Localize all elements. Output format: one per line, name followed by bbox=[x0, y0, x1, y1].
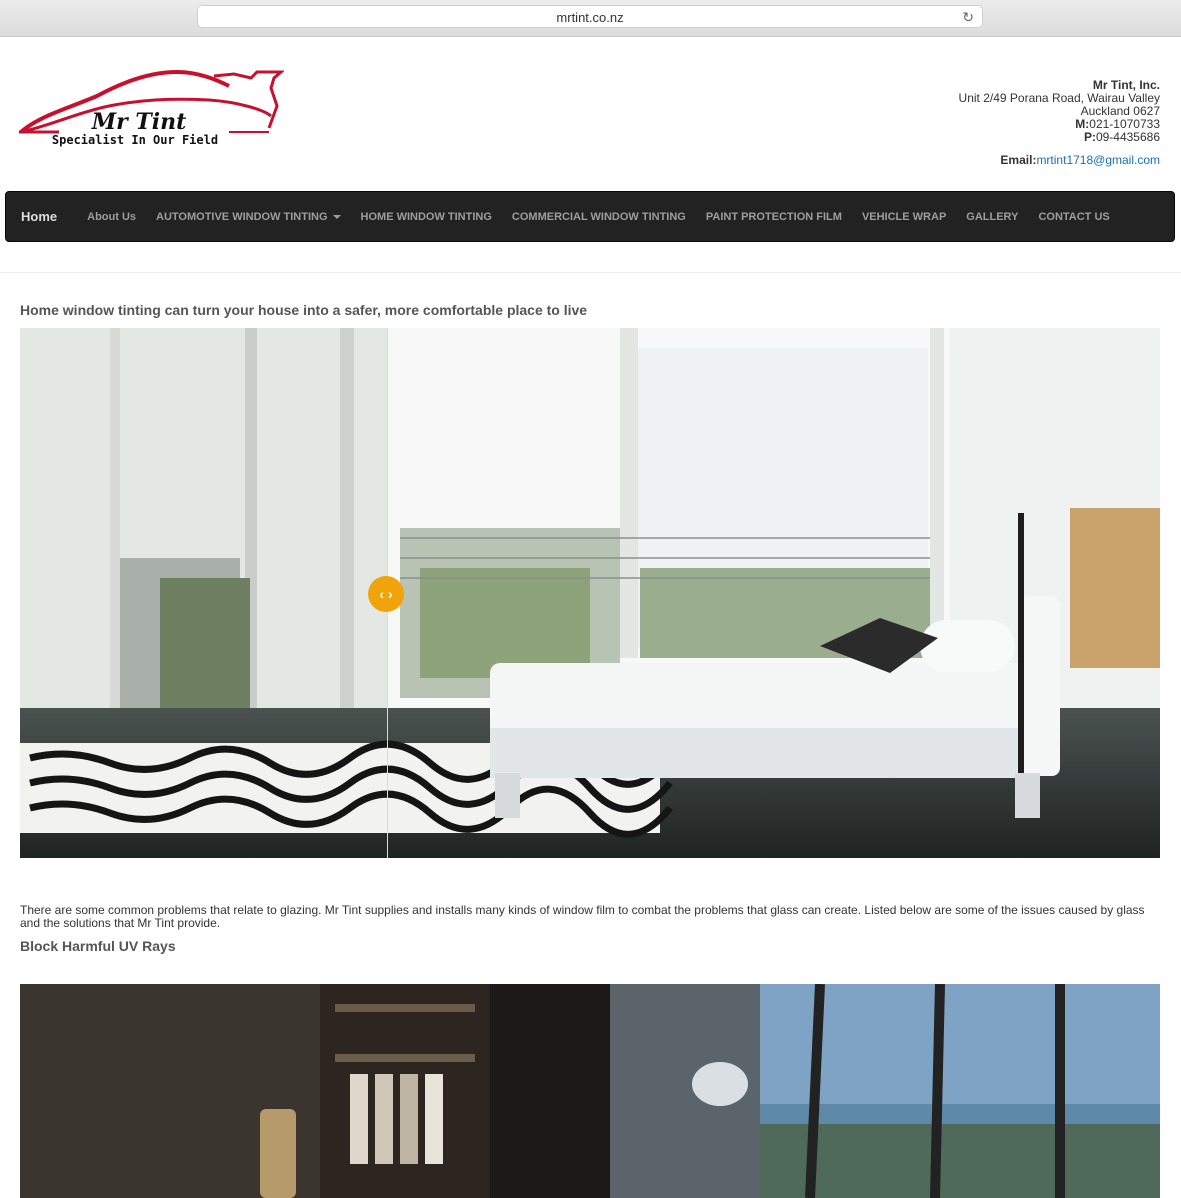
header-divider bbox=[0, 272, 1181, 273]
before-after-image[interactable]: ‹ › bbox=[20, 328, 1160, 858]
site-logo[interactable]: Mr Tint Specialist In Our Field bbox=[19, 66, 286, 150]
nav-paint-protection-film[interactable]: PAINT PROTECTION FILM bbox=[696, 211, 852, 223]
section-heading-uv: Block Harmful UV Rays bbox=[20, 938, 176, 954]
bedroom-image bbox=[20, 984, 1160, 1198]
nav-home[interactable]: Home bbox=[6, 209, 77, 224]
address-bar[interactable]: mrtint.co.nz ↻ bbox=[197, 5, 983, 28]
living-room-image bbox=[20, 328, 1160, 858]
svg-text:Specialist In Our Field: Specialist In Our Field bbox=[52, 133, 218, 147]
email-line: Email:mrtint1718@gmail.com bbox=[1000, 153, 1160, 167]
url-text: mrtint.co.nz bbox=[556, 10, 624, 25]
email-link[interactable]: mrtint1718@gmail.com bbox=[1036, 153, 1160, 167]
nav-automotive-window-tinting[interactable]: AUTOMOTIVE WINDOW TINTING bbox=[146, 211, 351, 223]
reload-icon[interactable]: ↻ bbox=[962, 6, 974, 28]
interior-view-graphic bbox=[20, 984, 1160, 1198]
nav-about-us[interactable]: About Us bbox=[77, 211, 146, 223]
nav-gallery[interactable]: GALLERY bbox=[956, 211, 1028, 223]
main-navbar: Home About Us AUTOMOTIVE WINDOW TINTING … bbox=[5, 191, 1175, 242]
caret-down-icon bbox=[332, 214, 341, 219]
nav-contact-us[interactable]: CONTACT US bbox=[1028, 211, 1119, 223]
page-heading: Home window tinting can turn your house … bbox=[20, 302, 588, 318]
contact-info: Mr Tint, Inc. Unit 2/49 Porana Road, Wai… bbox=[959, 79, 1160, 167]
nav-vehicle-wrap[interactable]: VEHICLE WRAP bbox=[852, 211, 956, 223]
svg-text:Mr Tint: Mr Tint bbox=[91, 109, 187, 135]
comparison-slider-handle[interactable]: ‹ › bbox=[368, 576, 404, 612]
car-logo-graphic: Mr Tint Specialist In Our Field bbox=[19, 69, 286, 147]
phone-number[interactable]: 09-4435686 bbox=[1096, 130, 1160, 144]
nav-commercial-window-tinting[interactable]: COMMERCIAL WINDOW TINTING bbox=[502, 211, 696, 223]
phone-line: P:09-4435686 bbox=[1083, 130, 1160, 144]
browser-toolbar: mrtint.co.nz ↻ bbox=[0, 0, 1181, 37]
mobile-number[interactable]: 021-1070733 bbox=[1089, 117, 1160, 131]
nav-home-window-tinting[interactable]: HOME WINDOW TINTING bbox=[351, 211, 502, 223]
intro-paragraph: There are some common problems that rela… bbox=[20, 903, 1145, 930]
